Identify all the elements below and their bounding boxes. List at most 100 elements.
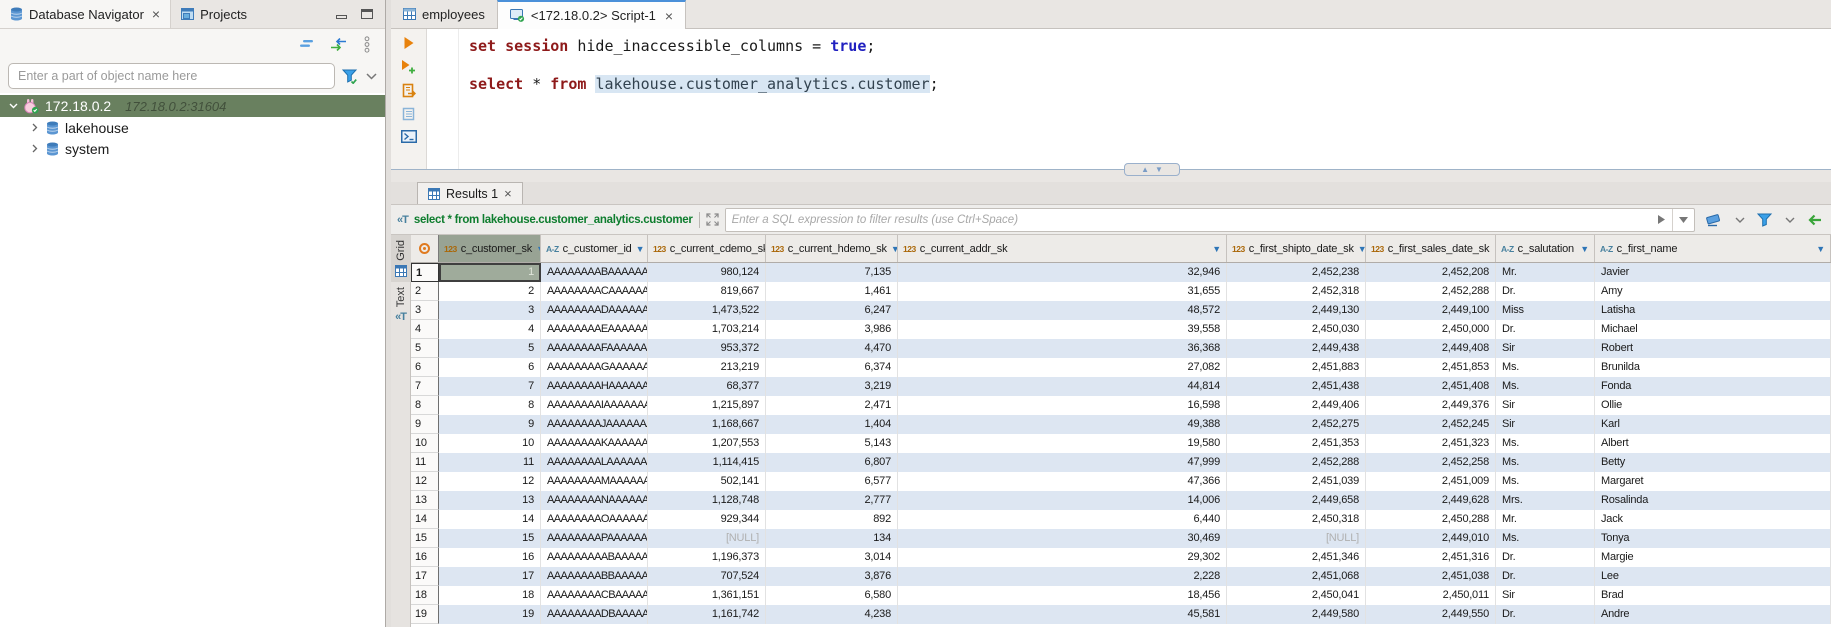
row-number[interactable]: 15 (411, 529, 439, 548)
grid-cell[interactable]: 47,999 (898, 453, 1227, 472)
collapse-all-icon[interactable] (299, 39, 314, 49)
row-number[interactable]: 5 (411, 339, 439, 358)
explain-plan-icon[interactable] (402, 107, 415, 121)
grid-cell[interactable]: 13 (439, 491, 541, 510)
grid-cell[interactable]: 48,572 (898, 301, 1227, 320)
row-number[interactable]: 12 (411, 472, 439, 491)
grid-cell[interactable]: 39,558 (898, 320, 1227, 339)
grid-cell[interactable]: Mrs. (1496, 491, 1595, 510)
view-menu-icon[interactable] (363, 36, 371, 53)
column-header[interactable]: 123c_first_sales_date_sk▼ (1366, 235, 1496, 262)
minimize-icon[interactable] (336, 15, 347, 19)
grid-cell[interactable]: 2,451,346 (1227, 548, 1366, 567)
column-dropdown-icon[interactable]: ▼ (1816, 244, 1825, 254)
grid-cell[interactable]: 47,366 (898, 472, 1227, 491)
grid-cell[interactable]: 2,452,245 (1366, 415, 1496, 434)
grid-cell[interactable]: 2,452,318 (1227, 282, 1366, 301)
grid-cell[interactable]: 6,577 (766, 472, 898, 491)
grid-cell[interactable]: AAAAAAAAFAAAAAAA (541, 339, 648, 358)
grid-cell[interactable]: AAAAAAAAGAAAAAAA (541, 358, 648, 377)
grid-cell[interactable]: Margie (1595, 548, 1831, 567)
row-number[interactable]: 13 (411, 491, 439, 510)
grid-cell[interactable]: Javier (1595, 263, 1831, 282)
grid-cell[interactable]: 1,207,553 (648, 434, 766, 453)
column-header[interactable]: 123c_current_addr_sk▼ (898, 235, 1227, 262)
grid-cell[interactable]: 3,014 (766, 548, 898, 567)
grid-cell[interactable]: 5 (439, 339, 541, 358)
grid-cell[interactable]: 4 (439, 320, 541, 339)
grid-cell[interactable]: AAAAAAAADAAAAAAA (541, 301, 648, 320)
grid-cell[interactable]: 6 (439, 358, 541, 377)
clear-filter-chevron-icon[interactable] (1732, 217, 1748, 223)
grid-cell[interactable]: AAAAAAAADBAAAAAA (541, 605, 648, 624)
grid-cell[interactable]: Robert (1595, 339, 1831, 358)
grid-cell[interactable]: [NULL] (1227, 529, 1366, 548)
column-dropdown-icon[interactable]: ▼ (891, 244, 898, 254)
grid-cell[interactable]: 1,215,897 (648, 396, 766, 415)
grid-cell[interactable]: 2,451,039 (1227, 472, 1366, 491)
row-number[interactable]: 2 (411, 282, 439, 301)
grid-cell[interactable]: 2,777 (766, 491, 898, 510)
grid-cell[interactable]: 49,388 (898, 415, 1227, 434)
grid-cell[interactable]: 1,461 (766, 282, 898, 301)
row-number[interactable]: 3 (411, 301, 439, 320)
column-dropdown-icon[interactable]: ▼ (1358, 244, 1366, 254)
grid-cell[interactable]: 30,469 (898, 529, 1227, 548)
grid-cell[interactable]: 29,302 (898, 548, 1227, 567)
tab-database-navigator[interactable]: Database Navigator × (0, 0, 171, 28)
grid-cell[interactable]: 3,876 (766, 567, 898, 586)
grid-cell[interactable]: 953,372 (648, 339, 766, 358)
previous-page-icon[interactable] (1804, 214, 1825, 226)
row-number[interactable]: 16 (411, 548, 439, 567)
grid-cell[interactable]: AAAAAAAABAAAAAAA (541, 263, 648, 282)
grid-cell[interactable]: 2,449,580 (1227, 605, 1366, 624)
grid-cell[interactable]: 2 (439, 282, 541, 301)
grid-cell[interactable]: 44,814 (898, 377, 1227, 396)
tab-employees[interactable]: employees (391, 0, 497, 28)
grid-cell[interactable]: 2,449,010 (1366, 529, 1496, 548)
tab-text-view[interactable]: Text «T (391, 282, 411, 328)
grid-cell[interactable]: Brad (1595, 586, 1831, 605)
grid-cell[interactable]: [NULL] (648, 529, 766, 548)
close-icon[interactable]: × (665, 8, 673, 24)
column-header[interactable]: 123c_current_cdemo_sk▼ (648, 235, 766, 262)
grid-cell[interactable]: 32,946 (898, 263, 1227, 282)
grid-cell[interactable]: Karl (1595, 415, 1831, 434)
grid-cell[interactable]: 819,667 (648, 282, 766, 301)
grid-cell[interactable]: 36,368 (898, 339, 1227, 358)
row-number[interactable]: 8 (411, 396, 439, 415)
grid-cell[interactable]: 2,451,853 (1366, 358, 1496, 377)
grid-cell[interactable]: 2,451,438 (1227, 377, 1366, 396)
grid-cell[interactable]: 3 (439, 301, 541, 320)
grid-cell[interactable]: 16 (439, 548, 541, 567)
grid-cell[interactable]: 2,449,628 (1366, 491, 1496, 510)
grid-cell[interactable]: 2,452,288 (1366, 282, 1496, 301)
grid-cell[interactable]: 2,452,208 (1366, 263, 1496, 282)
grid-cell[interactable]: Sir (1496, 396, 1595, 415)
grid-cell[interactable]: 1,196,373 (648, 548, 766, 567)
grid-cell[interactable]: Mr. (1496, 263, 1595, 282)
execute-new-tab-icon[interactable] (401, 59, 416, 74)
grid-cell[interactable]: Dr. (1496, 548, 1595, 567)
grid-cell[interactable]: 1,161,742 (648, 605, 766, 624)
grid-cell[interactable]: 2,452,288 (1227, 453, 1366, 472)
grid-cell[interactable]: 2,449,100 (1366, 301, 1496, 320)
close-icon[interactable]: × (152, 6, 160, 22)
grid-cell[interactable]: 10 (439, 434, 541, 453)
apply-filter-icon[interactable] (1650, 209, 1672, 231)
code-line[interactable]: set session hide_inaccessible_columns = … (469, 37, 1831, 56)
row-number[interactable]: 11 (411, 453, 439, 472)
tree-item-system[interactable]: system (0, 138, 385, 159)
grid-cell[interactable]: 892 (766, 510, 898, 529)
grid-cell[interactable]: 2,451,316 (1366, 548, 1496, 567)
grid-cell[interactable]: 18,456 (898, 586, 1227, 605)
row-number[interactable]: 1 (411, 263, 439, 282)
grid-cell[interactable]: Tonya (1595, 529, 1831, 548)
grid-cell[interactable]: 3,219 (766, 377, 898, 396)
filters-funnel-icon[interactable] (1754, 213, 1776, 227)
grid-cell[interactable]: 1,168,667 (648, 415, 766, 434)
grid-cell[interactable]: 2,451,353 (1227, 434, 1366, 453)
grid-cell[interactable]: 2,450,000 (1366, 320, 1496, 339)
grid-cell[interactable]: Ms. (1496, 472, 1595, 491)
grid-cell[interactable]: 502,141 (648, 472, 766, 491)
